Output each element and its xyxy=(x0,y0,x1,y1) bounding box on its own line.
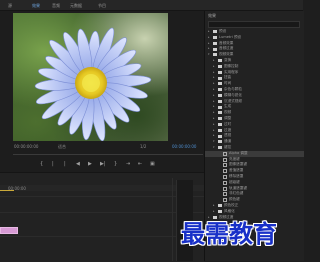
folder-icon xyxy=(213,30,217,34)
timeline-panel: 00:00:00 xyxy=(0,172,204,262)
playback-scrubber[interactable] xyxy=(13,154,203,155)
effect-icon xyxy=(223,186,227,191)
step-forward-icon[interactable]: ▶| xyxy=(100,160,106,168)
step-back-icon[interactable]: ◀ xyxy=(76,160,80,168)
top-tab-bar: 源 效果 音频 元数据 节目 xyxy=(0,0,303,11)
mark-out-button[interactable]: | xyxy=(52,160,54,168)
effect-icon xyxy=(223,169,227,174)
monitor-timecode-right: 00:00:00:00 xyxy=(172,144,197,149)
tab-metadata[interactable]: 元数据 xyxy=(70,3,82,9)
folder-icon xyxy=(218,99,222,103)
fit-dropdown[interactable]: 适合 xyxy=(58,144,66,150)
folder-icon xyxy=(213,47,217,51)
folder-icon xyxy=(218,94,222,98)
folder-icon xyxy=(218,140,222,144)
folder-icon xyxy=(218,59,222,63)
folder-icon xyxy=(218,70,222,74)
page-indicator: 1/2 xyxy=(140,144,147,149)
tab-program[interactable]: 节目 xyxy=(98,3,106,9)
effect-icon xyxy=(223,151,227,156)
clip-marker xyxy=(0,190,14,191)
monitor-timecode-left: 00:00:00:00 xyxy=(14,144,39,149)
tab-source[interactable]: 源 xyxy=(8,3,12,9)
track-divider xyxy=(0,196,204,197)
effects-panel-title: 效果 xyxy=(208,13,216,18)
video-preview xyxy=(13,13,168,141)
folder-icon xyxy=(218,65,222,69)
play-icon[interactable]: ▶ xyxy=(88,160,92,168)
folder-icon xyxy=(213,41,217,45)
folder-icon xyxy=(218,88,222,92)
folder-icon xyxy=(218,117,222,121)
tab-effects[interactable]: 效果 xyxy=(32,3,40,9)
folder-icon xyxy=(218,146,222,150)
track-divider xyxy=(0,236,204,237)
folder-icon xyxy=(218,204,222,208)
folder-icon xyxy=(218,123,222,127)
go-to-in-button[interactable]: | xyxy=(64,160,66,168)
effects-search-input[interactable] xyxy=(208,21,300,28)
track-divider xyxy=(0,212,204,213)
overwrite-button[interactable]: ⇤ xyxy=(138,160,142,168)
watermark-text: 最需教育 xyxy=(181,219,277,248)
folder-icon xyxy=(213,36,217,40)
transport-controls: { | | ◀ ▶ ▶| } ⇥ ⇤ ▣ xyxy=(30,160,160,168)
timeline-ruler[interactable] xyxy=(0,185,204,191)
effect-icon xyxy=(223,157,227,162)
effect-icon xyxy=(223,163,227,168)
insert-button[interactable]: ⇥ xyxy=(126,160,130,168)
mark-in-button[interactable]: { xyxy=(40,160,43,168)
folder-icon xyxy=(213,53,217,57)
folder-icon xyxy=(218,82,222,86)
timeline-divider xyxy=(172,178,173,261)
daisy-flower-image xyxy=(34,27,152,141)
audio-clip[interactable] xyxy=(0,227,18,234)
folder-icon xyxy=(218,105,222,109)
go-to-out-button[interactable]: } xyxy=(114,160,117,168)
folder-icon xyxy=(218,210,222,214)
folder-icon xyxy=(218,134,222,138)
export-frame-icon[interactable]: ▣ xyxy=(150,160,155,168)
folder-icon xyxy=(218,111,222,115)
tab-audio[interactable]: 音频 xyxy=(52,3,60,9)
effect-icon xyxy=(223,175,227,179)
effect-icon xyxy=(223,198,227,203)
folder-icon xyxy=(218,76,222,80)
folder-icon xyxy=(218,128,222,132)
effect-icon xyxy=(223,180,227,185)
effect-icon xyxy=(223,192,227,197)
